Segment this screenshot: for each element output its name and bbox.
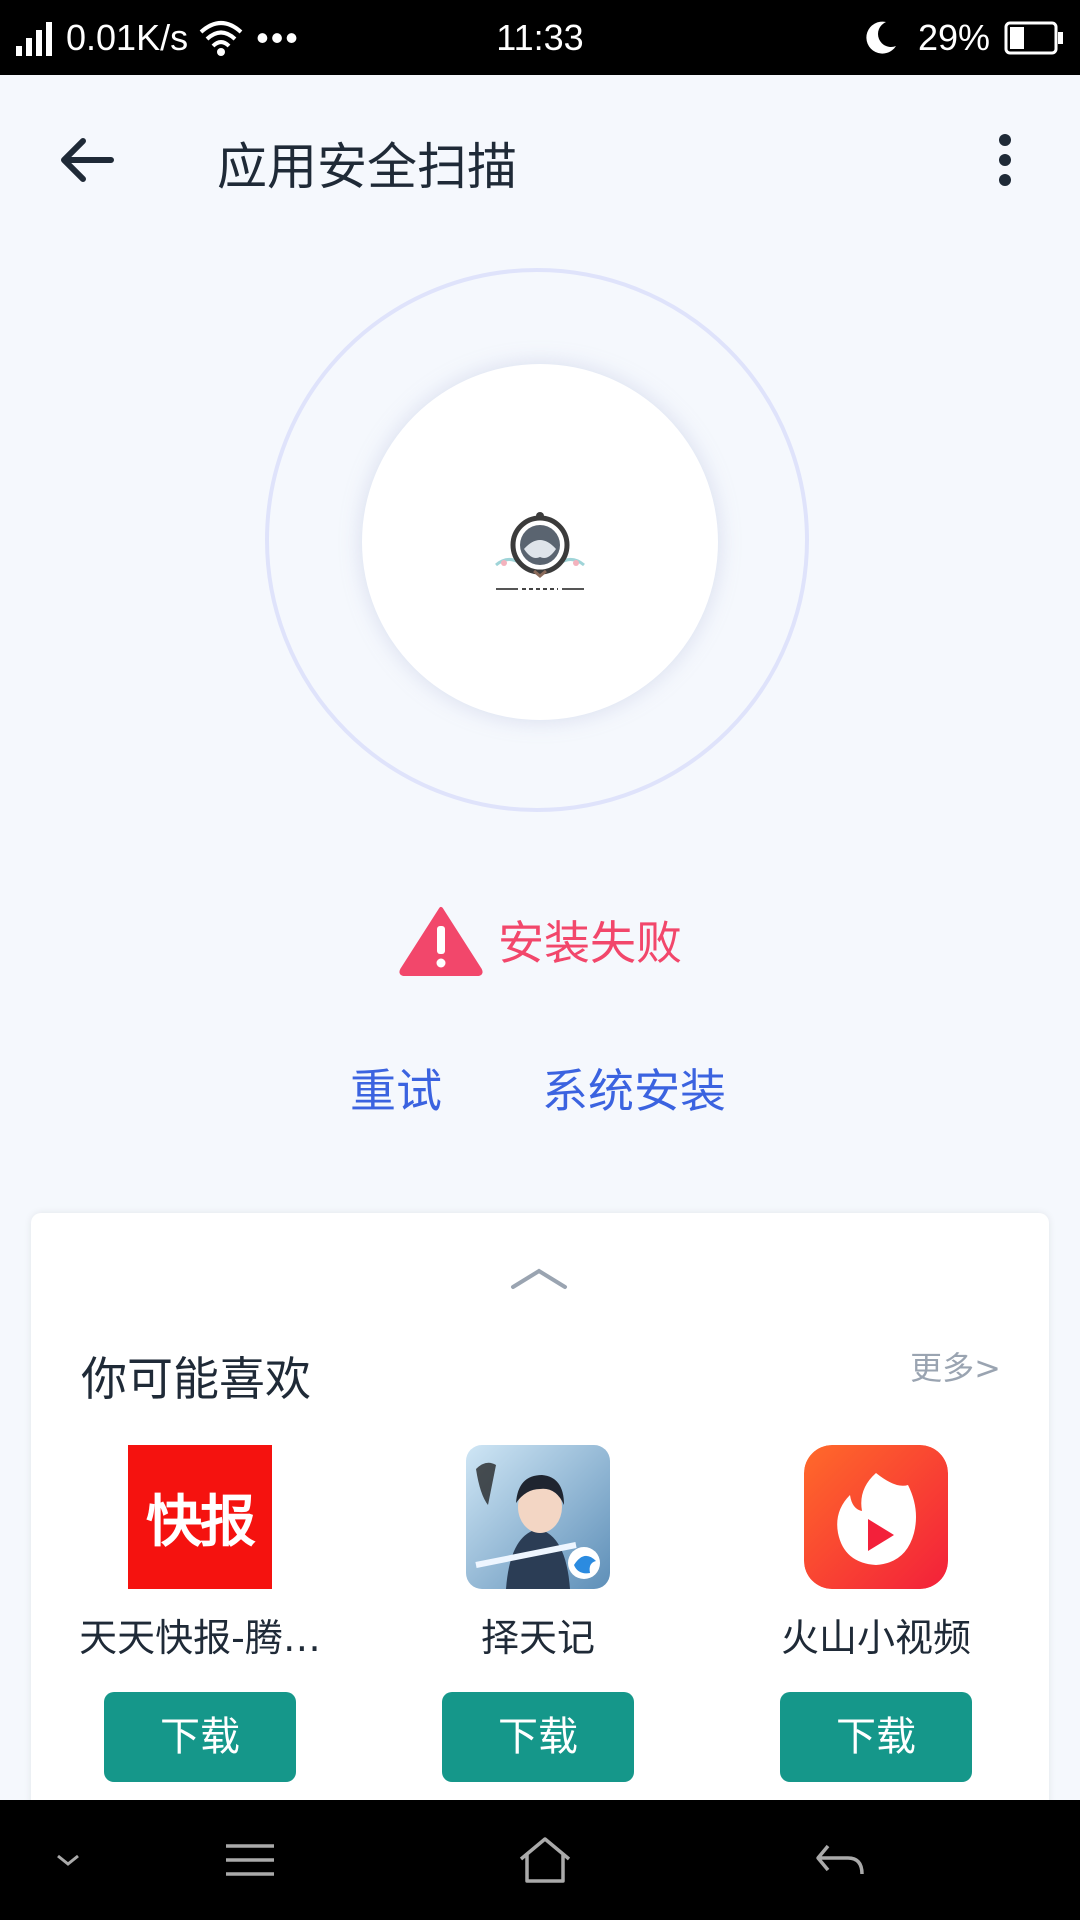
- hide-nav-button[interactable]: [40, 1800, 96, 1920]
- back-nav-button[interactable]: [800, 1800, 880, 1920]
- app-icon-kuaibao[interactable]: 快报: [128, 1445, 272, 1589]
- app-name: 择天记: [480, 1616, 595, 1660]
- menu-nav-button[interactable]: [210, 1800, 290, 1920]
- app-name: 火山小视频: [780, 1616, 971, 1660]
- app-icon-huoshan[interactable]: [804, 1445, 948, 1589]
- menu-icon: [226, 1844, 274, 1876]
- moon-icon: [866, 21, 896, 54]
- download-button[interactable]: 下载: [104, 1692, 296, 1782]
- install-status: 安装失败: [0, 895, 1080, 985]
- back-arrow-icon: [816, 1844, 864, 1875]
- download-button[interactable]: 下载: [780, 1692, 972, 1782]
- install-status-text: 安装失败: [498, 916, 682, 970]
- home-icon: [519, 1837, 571, 1883]
- scanned-app-icon: [495, 512, 585, 594]
- overflow-menu-button[interactable]: [970, 120, 1040, 200]
- navigation-bar: [0, 1800, 1080, 1920]
- more-vertical-icon: [999, 134, 1011, 186]
- retry-button[interactable]: 重试: [350, 1055, 442, 1121]
- app-logo-text: 快报: [146, 1489, 256, 1555]
- page-title: 应用安全扫描: [217, 138, 517, 196]
- more-link[interactable]: 更多>: [910, 1343, 1001, 1389]
- more-notifications: •••: [256, 16, 300, 58]
- chevron-up-icon[interactable]: [509, 1263, 569, 1293]
- recommend-title: 你可能喜欢: [81, 1352, 311, 1406]
- battery-percent: 29%: [917, 16, 990, 58]
- battery-icon: [1004, 21, 1063, 54]
- zetianji-artwork-icon: [466, 1445, 610, 1589]
- title-bar: 应用安全扫描: [0, 75, 1080, 245]
- home-nav-button[interactable]: [500, 1800, 590, 1920]
- app-card[interactable]: 快报 天天快报-腾… 下载: [31, 1445, 369, 1782]
- app-name: 天天快报-腾…: [79, 1616, 321, 1660]
- chevron-down-icon: [57, 1854, 79, 1866]
- app-card[interactable]: 择天记 下载: [369, 1445, 707, 1782]
- action-links: 重试 系统安装: [0, 1055, 1080, 1125]
- arrow-left-icon: [61, 138, 114, 182]
- app-icon-zetianji[interactable]: [466, 1445, 610, 1589]
- status-bar: 0.01K/s ••• 11:33 29%: [0, 0, 1080, 75]
- warning-icon: [399, 907, 483, 976]
- wifi-icon: [199, 20, 243, 56]
- download-button[interactable]: 下载: [442, 1692, 634, 1782]
- huoshan-flame-icon: [804, 1445, 948, 1589]
- app-card[interactable]: 火山小视频 下载: [707, 1445, 1045, 1782]
- back-button[interactable]: [52, 125, 122, 195]
- signal-icon: [16, 21, 52, 56]
- system-install-button[interactable]: 系统安装: [542, 1055, 726, 1121]
- recommendation-card: 你可能喜欢 更多> 快报 天天快报-腾… 下载 择天记 下载 火山小视频 下载: [31, 1213, 1049, 1833]
- clock: 11:33: [496, 16, 584, 58]
- network-speed: 0.01K/s: [66, 16, 189, 58]
